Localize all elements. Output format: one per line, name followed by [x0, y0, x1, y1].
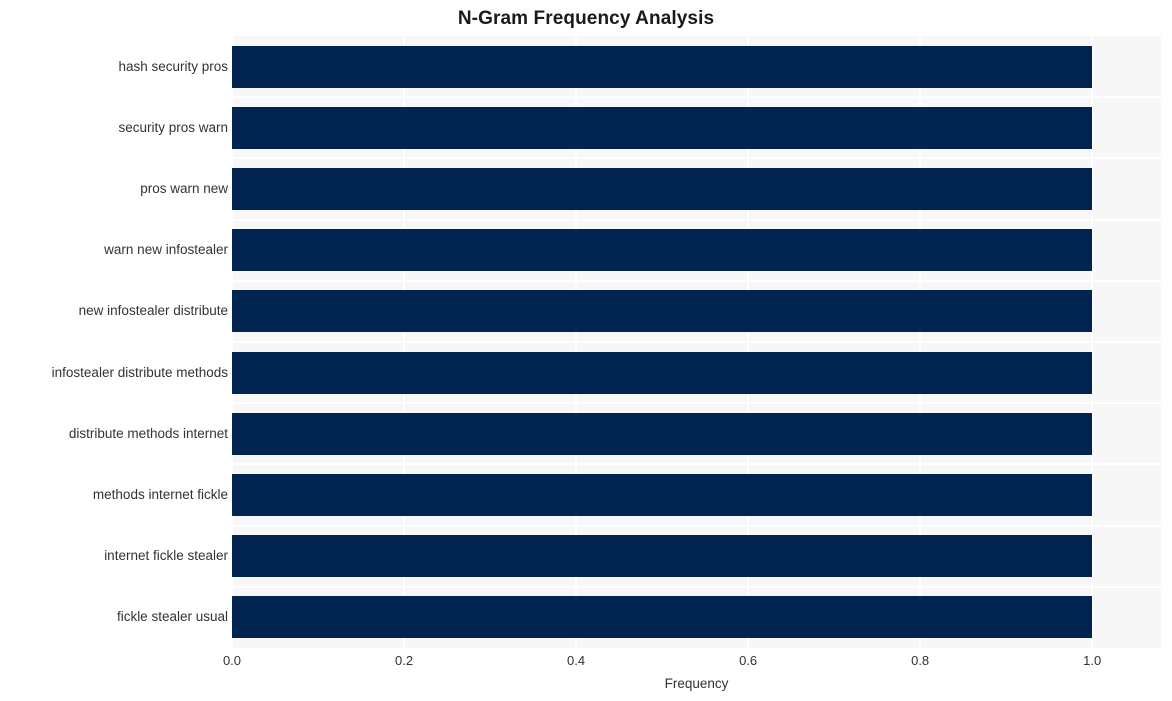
x-axis-tick-label: 0.6: [739, 653, 758, 668]
y-axis-tick-label: fickle stealer usual: [116, 609, 228, 625]
horizontal-gridline: [232, 463, 1161, 466]
y-axis-tick-label: methods internet fickle: [92, 487, 228, 502]
horizontal-gridline: [232, 585, 1161, 588]
y-axis-tick-label: security pros warn: [118, 119, 228, 135]
bar: [232, 351, 1093, 394]
x-axis-tick-label: 0.4: [567, 653, 586, 668]
y-axis-tick-label: infostealer distribute methods: [51, 364, 228, 380]
chart-title: N-Gram Frequency Analysis: [457, 8, 715, 29]
y-axis-tick-label: pros warn new: [140, 181, 228, 196]
x-axis-tick-label: 1.0: [1083, 653, 1102, 668]
y-axis-tick-label: internet fickle stealer: [104, 548, 228, 564]
plot-area: [232, 36, 1161, 648]
horizontal-gridline: [232, 218, 1161, 221]
horizontal-gridline: [232, 279, 1161, 282]
y-axis-tick-label: new infostealer distribute: [78, 303, 228, 319]
y-axis-tick-label: warn new infostealer: [104, 242, 228, 258]
x-axis-label: Frequency: [664, 676, 729, 691]
horizontal-gridline: [232, 524, 1161, 527]
ngram-frequency-chart: N-Gram Frequency Analysis hash security …: [0, 0, 1172, 701]
horizontal-gridline: [232, 96, 1161, 99]
y-axis-tick-label: distribute methods internet: [68, 425, 228, 441]
bar: [232, 474, 1093, 516]
horizontal-gridline: [232, 402, 1161, 405]
horizontal-gridline: [232, 157, 1161, 160]
bar: [232, 229, 1093, 272]
y-axis-tick-label: hash security pros: [118, 58, 228, 74]
bar: [232, 45, 1093, 88]
x-axis-tick-label: 0.8: [911, 653, 930, 668]
bar: [232, 596, 1093, 639]
x-axis-tick-label: 0.0: [222, 653, 242, 668]
bar: [232, 106, 1093, 149]
horizontal-gridline: [232, 341, 1161, 343]
bar: [232, 412, 1093, 455]
bar: [232, 168, 1093, 210]
x-axis-tick-label: 0.2: [394, 653, 414, 668]
bar: [232, 290, 1093, 333]
bar: [232, 535, 1093, 578]
